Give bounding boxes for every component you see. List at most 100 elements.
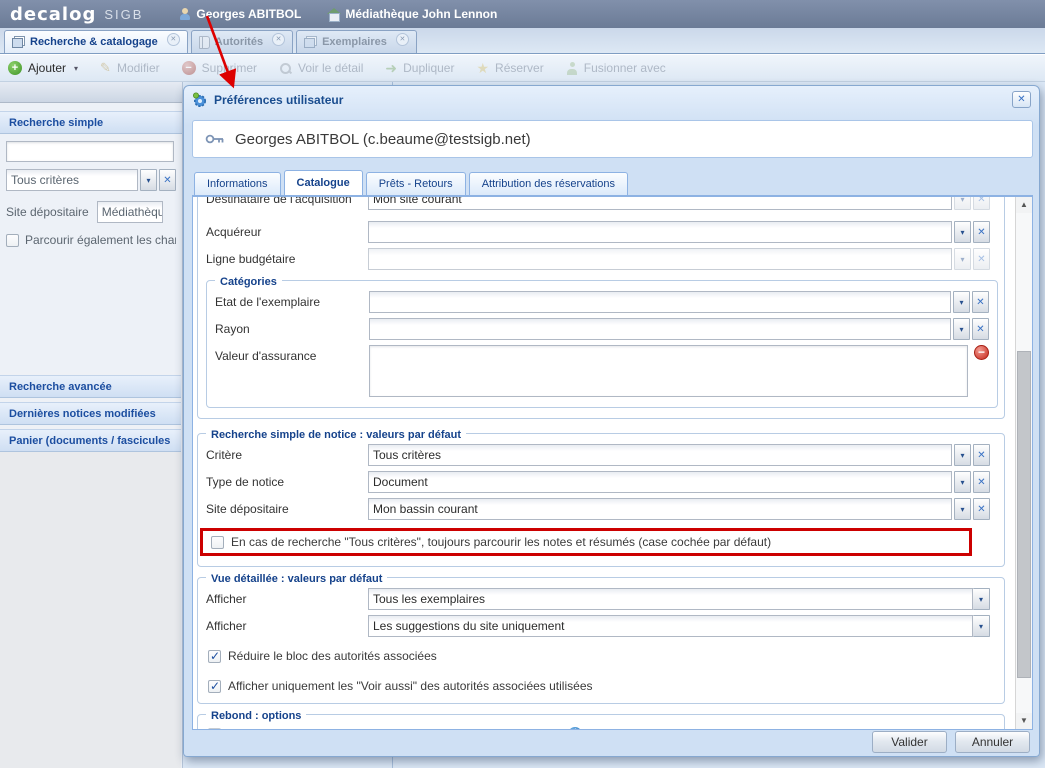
search-sidebar: Recherche simple Tous critères ▾ ✕ Site …	[0, 82, 183, 768]
tab-recherche-catalogage[interactable]: Recherche & catalogage ✕	[4, 30, 188, 53]
panel-header-recherche-avancee[interactable]: Recherche avancée	[0, 375, 181, 398]
valeur-assurance-row: Valeur d'assurance −	[215, 345, 989, 397]
combo-chevron-icon[interactable]: ▾	[954, 221, 971, 243]
criteria-combo[interactable]: Tous critères ▾ ✕	[6, 169, 176, 191]
site-depositaire-combo[interactable]: Mon bassin courant	[368, 498, 952, 520]
scroll-down-icon[interactable]: ▼	[1016, 713, 1032, 729]
acquereur-combo[interactable]	[368, 221, 952, 243]
reserver-button[interactable]: ★ Réserver	[476, 60, 543, 77]
criteria-combo-value[interactable]: Tous critères	[6, 169, 138, 191]
type-notice-row: Type de notice Document ▾ ✕	[206, 471, 990, 493]
panel-header-recherche-simple[interactable]: Recherche simple	[0, 111, 182, 134]
combo-clear-icon[interactable]: ✕	[972, 291, 989, 313]
ligne-budgetaire-row: Ligne budgétaire ▾ ✕	[206, 248, 990, 270]
annuler-button[interactable]: Annuler	[955, 731, 1030, 753]
combo-clear-icon[interactable]: ✕	[973, 197, 990, 210]
afficher-suggestions-combo[interactable]: Les suggestions du site uniquement	[368, 615, 973, 637]
fusionner-button[interactable]: Fusionner avec	[566, 61, 666, 75]
valeur-assurance-textarea[interactable]	[369, 345, 968, 397]
tous-criteres-notes-checkbox[interactable]	[211, 536, 224, 549]
dialog-close-icon[interactable]: ✕	[1012, 91, 1031, 108]
rebond-fieldset: Rebond : options Ouvrir un rebond de rec…	[197, 714, 1005, 729]
dialog-title: Préférences utilisateur	[214, 93, 343, 107]
panel-header-panier[interactable]: Panier (documents / fascicules	[0, 429, 181, 452]
site-depositaire-label: Site dépositaire	[206, 502, 368, 516]
close-tab-icon[interactable]: ✕	[272, 33, 285, 46]
destinataire-row: Destinataire de l'acquisition Mon site c…	[206, 197, 990, 210]
combo-chevron-icon[interactable]: ▾	[954, 498, 971, 520]
reduire-bloc-checkbox[interactable]	[208, 650, 221, 663]
combo-chevron-icon: ▾	[954, 248, 971, 270]
combo-chevron-icon[interactable]: ▾	[973, 588, 990, 610]
tab-prets-retours[interactable]: Prêts - Retours	[366, 172, 466, 195]
combo-chevron-icon[interactable]: ▾	[954, 471, 971, 493]
categories-legend: Catégories	[215, 276, 282, 288]
tab-catalogue[interactable]: Catalogue	[284, 170, 363, 195]
combo-clear-icon[interactable]: ✕	[972, 318, 989, 340]
magnifier-icon	[279, 62, 292, 75]
panel-header-dernieres-notices[interactable]: Dernières notices modifiées	[0, 402, 181, 425]
voir-aussi-checkrow: Afficher uniquement les "Voir aussi" des…	[208, 679, 990, 693]
dupliquer-button[interactable]: ➜ Dupliquer	[385, 60, 454, 77]
site-combo-value[interactable]: Médiathèque	[97, 201, 163, 223]
combo-chevron-icon[interactable]: ▾	[953, 291, 970, 313]
remove-icon[interactable]: −	[974, 345, 989, 360]
valeur-assurance-label: Valeur d'assurance	[215, 345, 369, 363]
valider-button[interactable]: Valider	[872, 731, 947, 753]
dialog-header[interactable]: Préférences utilisateur ✕	[184, 86, 1039, 113]
etat-exemplaire-combo[interactable]	[369, 291, 951, 313]
site-depositaire-label: Site dépositaire	[6, 205, 89, 219]
parcourir-checkbox[interactable]	[6, 234, 19, 247]
tab-attribution-reservations[interactable]: Attribution des réservations	[469, 172, 628, 195]
close-tab-icon[interactable]: ✕	[167, 33, 180, 46]
combo-clear-icon[interactable]: ✕	[159, 169, 176, 191]
tab-informations[interactable]: Informations	[194, 172, 281, 195]
merge-person-icon	[566, 62, 578, 75]
scrollbar-thumb[interactable]	[1017, 351, 1031, 678]
combo-chevron-icon[interactable]: ▾	[140, 169, 157, 191]
close-tab-icon[interactable]: ✕	[396, 33, 409, 46]
user-icon	[179, 8, 191, 20]
combo-chevron-icon[interactable]: ▾	[953, 318, 970, 340]
current-user-label: Georges ABITBOL	[196, 7, 301, 21]
tab-exemplaires[interactable]: Exemplaires ✕	[296, 30, 417, 53]
combo-clear-icon[interactable]: ✕	[973, 221, 990, 243]
current-user[interactable]: Georges ABITBOL	[179, 7, 301, 21]
ajouter-button[interactable]: + Ajouter ▾	[8, 61, 78, 75]
current-site[interactable]: Médiathèque John Lennon	[327, 7, 497, 21]
combo-chevron-icon[interactable]: ▾	[973, 615, 990, 637]
voir-aussi-checkbox[interactable]	[208, 680, 221, 693]
scroll-up-icon[interactable]: ▲	[1016, 197, 1032, 213]
acquereur-label: Acquéreur	[206, 225, 368, 239]
critere-combo[interactable]: Tous critères	[368, 444, 952, 466]
combo-chevron-icon[interactable]: ▾	[954, 197, 971, 210]
tab-label: Autorités	[215, 36, 263, 48]
app-logo-suffix: SIGB	[104, 7, 143, 22]
combo-chevron-icon[interactable]: ▾	[954, 444, 971, 466]
voir-detail-button[interactable]: Voir le détail	[279, 61, 363, 75]
voir-aussi-checkbox-label: Afficher uniquement les "Voir aussi" des…	[228, 679, 593, 693]
afficher-label: Afficher	[206, 592, 368, 606]
ligne-budgetaire-label: Ligne budgétaire	[206, 252, 368, 266]
tab-autorites[interactable]: Autorités ✕	[191, 30, 293, 53]
tous-criteres-notes-checkbox-label: En cas de recherche "Tous critères", tou…	[231, 535, 771, 549]
recherche-notice-fieldset: Recherche simple de notice : valeurs par…	[197, 433, 1005, 567]
type-notice-combo[interactable]: Document	[368, 471, 952, 493]
afficher-exemplaires-combo[interactable]: Tous les exemplaires	[368, 588, 973, 610]
combo-clear-icon[interactable]: ✕	[973, 498, 990, 520]
key-icon	[205, 132, 225, 146]
destinataire-combo[interactable]: Mon site courant	[368, 197, 952, 210]
rayon-combo[interactable]	[369, 318, 951, 340]
supprimer-button[interactable]: − Supprimer	[182, 61, 257, 75]
search-input[interactable]	[6, 141, 174, 162]
book-icon	[199, 36, 210, 49]
form-scrollbar[interactable]: ▲ ▼	[1015, 197, 1032, 729]
combo-clear-icon: ✕	[973, 248, 990, 270]
tab-label: Exemplaires	[322, 36, 387, 48]
modifier-button[interactable]: ✎ Modifier	[100, 60, 160, 76]
layers-icon	[304, 36, 317, 48]
combo-clear-icon[interactable]: ✕	[973, 471, 990, 493]
user-identity-box: Georges ABITBOL (c.beaume@testsigb.net)	[192, 120, 1033, 158]
combo-clear-icon[interactable]: ✕	[973, 444, 990, 466]
catalogue-tab-content: Destinataire de l'acquisition Mon site c…	[192, 196, 1033, 730]
